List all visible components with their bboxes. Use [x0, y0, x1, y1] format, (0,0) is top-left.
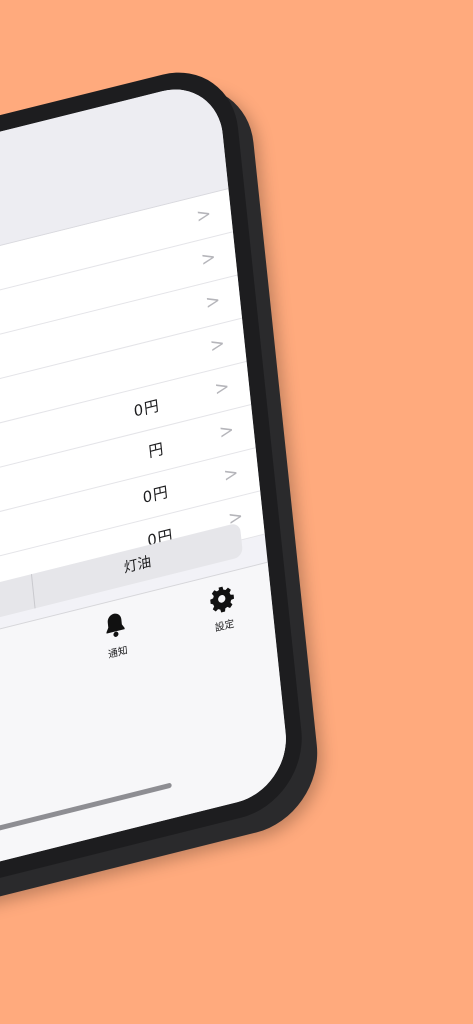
chevron-right-icon: >: [222, 462, 240, 487]
phone-mockup: > > > > 0円 > 円 > 0円 > 0円 > 灯油 通知 設定: [0, 57, 309, 919]
chevron-right-icon: >: [204, 289, 222, 315]
app-store-background: > > > > 0円 > 円 > 0円 > 0円 > 灯油 通知 設定: [0, 0, 473, 1024]
row-value: 円: [147, 439, 166, 462]
gear-icon: [210, 586, 235, 613]
row-value: 0円: [132, 396, 161, 421]
tab-bar: 通知 設定: [0, 561, 292, 899]
tab-settings-label: 設定: [214, 618, 235, 635]
chevron-right-icon: >: [199, 246, 217, 271]
row-value: 0円: [141, 482, 170, 508]
chevron-right-icon: >: [208, 332, 226, 358]
tab-settings[interactable]: 設定: [191, 578, 254, 640]
chevron-right-icon: >: [213, 375, 231, 401]
tab-notifications-label: 通知: [107, 645, 129, 662]
chevron-right-icon: >: [218, 418, 235, 444]
chevron-right-icon: >: [195, 202, 213, 228]
tab-notifications[interactable]: 通知: [84, 604, 147, 666]
phone-screen: > > > > 0円 > 円 > 0円 > 0円 > 灯油 通知 設定: [0, 77, 292, 899]
bell-icon: [106, 613, 125, 637]
